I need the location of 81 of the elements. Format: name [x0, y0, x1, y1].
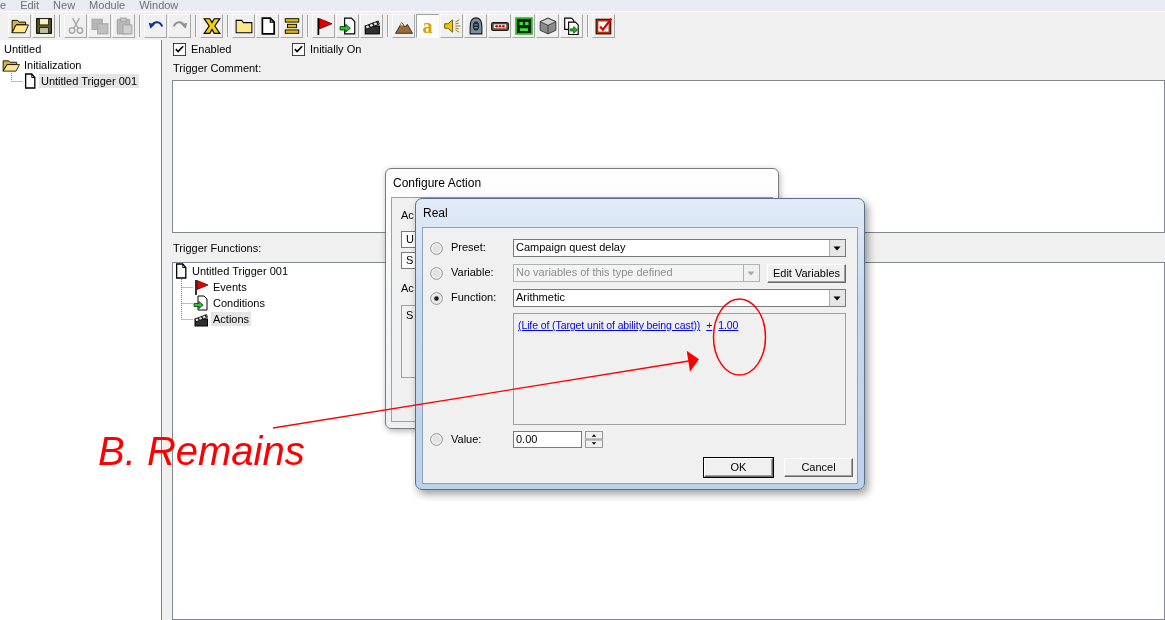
- field-label: Function:: [451, 291, 498, 305]
- document-arrow-icon: [338, 17, 357, 35]
- value-field[interactable]: 0.00: [513, 431, 582, 448]
- tree-item[interactable]: Untitled Trigger 001: [39, 74, 139, 88]
- menu-item[interactable]: Module: [82, 0, 133, 11]
- expression-link[interactable]: 1.00: [718, 319, 739, 332]
- dialog-button[interactable]: Cancel: [784, 458, 853, 477]
- copy-icon: [90, 17, 109, 35]
- tree-item[interactable]: Initialization: [22, 58, 84, 72]
- toolbar-button[interactable]: [32, 14, 55, 38]
- toolbar-button[interactable]: [592, 14, 615, 38]
- window-title: Configure Action: [393, 175, 482, 191]
- radio-button[interactable]: [430, 241, 443, 255]
- scissors-icon: [66, 17, 85, 35]
- annotation-text: B. Remains: [98, 431, 305, 471]
- toolbar-button[interactable]: [256, 14, 279, 38]
- document-arrow-icon: [193, 295, 209, 311]
- dropdown[interactable]: Campaign quest delay: [513, 239, 846, 257]
- flag-icon: [314, 17, 333, 35]
- document-icon: [23, 73, 37, 89]
- toolbar-button[interactable]: [392, 14, 415, 38]
- menu-item[interactable]: e: [0, 0, 14, 11]
- open-folder-icon: [10, 17, 29, 35]
- clapperboard-icon: [193, 311, 209, 327]
- x-icon: [202, 17, 221, 35]
- window-title: Real: [423, 205, 448, 221]
- field-label: Variable:: [451, 266, 495, 280]
- radio-button[interactable]: [430, 291, 443, 305]
- dialog-button[interactable]: OK: [704, 458, 773, 477]
- toolbar-button[interactable]: [144, 14, 167, 38]
- tree-line-icon: [11, 73, 23, 82]
- toolbar-button[interactable]: [280, 14, 303, 38]
- cube-icon: [538, 17, 557, 35]
- flag-icon: [193, 279, 209, 295]
- toolbar-button[interactable]: [232, 14, 255, 38]
- checkmark-icon: [594, 17, 613, 35]
- monster-screen-icon: [514, 17, 533, 35]
- field-label: Ac: [401, 282, 414, 295]
- toolbar-button[interactable]: [512, 14, 535, 38]
- toolbar-button[interactable]: [336, 14, 359, 38]
- clapperboard-icon: [362, 17, 381, 35]
- tree-item[interactable]: Conditions: [211, 296, 267, 310]
- expression-link[interactable]: (Life of (Target unit of ability being cast)): [518, 319, 701, 332]
- section-label: Trigger Comment:: [173, 62, 262, 74]
- radio-button[interactable]: [430, 433, 443, 446]
- toolbar-button[interactable]: [200, 14, 223, 38]
- stacked-bars-icon: [282, 17, 301, 35]
- save-icon: [34, 17, 53, 35]
- tree-item[interactable]: Untitled: [2, 42, 44, 56]
- toolbar-button[interactable]: [488, 14, 511, 38]
- toolbar-button[interactable]: [8, 14, 31, 38]
- field-label: Ac: [401, 209, 414, 222]
- expression-link[interactable]: +: [706, 319, 713, 332]
- toolbar-button[interactable]: [464, 14, 487, 38]
- toolbar-button[interactable]: [536, 14, 559, 38]
- tree-line-icon: [181, 279, 193, 295]
- tree-item[interactable]: Untitled Trigger 001: [190, 264, 290, 278]
- tree-item[interactable]: Events: [211, 280, 249, 294]
- documents-arrow-icon: [562, 17, 581, 35]
- menu-item[interactable]: New: [46, 0, 83, 11]
- checkbox-label: Initially On: [310, 43, 362, 56]
- checkbox-label: Enabled: [191, 43, 232, 56]
- section-label: Trigger Functions:: [173, 242, 262, 254]
- speaker-icon: [442, 17, 461, 35]
- toolbar-button[interactable]: [312, 14, 335, 38]
- paste-icon: [114, 17, 133, 35]
- toolbar-button[interactable]: [360, 14, 383, 38]
- checkbox[interactable]: [173, 43, 186, 56]
- field-label: Preset:: [451, 241, 487, 255]
- tree-item[interactable]: Actions: [211, 312, 252, 326]
- caret-icon: [829, 290, 845, 306]
- folder-icon: [234, 17, 253, 35]
- dropdown[interactable]: Arithmetic: [513, 289, 846, 307]
- menu-item[interactable]: Window: [132, 0, 186, 11]
- toolbar-button[interactable]: [560, 14, 583, 38]
- menu-item[interactable]: Edit: [13, 0, 47, 11]
- hooded-figure-icon: [466, 17, 485, 35]
- spinner-icon[interactable]: [585, 431, 603, 448]
- caret-icon: [829, 240, 845, 256]
- field-label: Value:: [451, 432, 483, 447]
- checkbox[interactable]: [292, 43, 305, 56]
